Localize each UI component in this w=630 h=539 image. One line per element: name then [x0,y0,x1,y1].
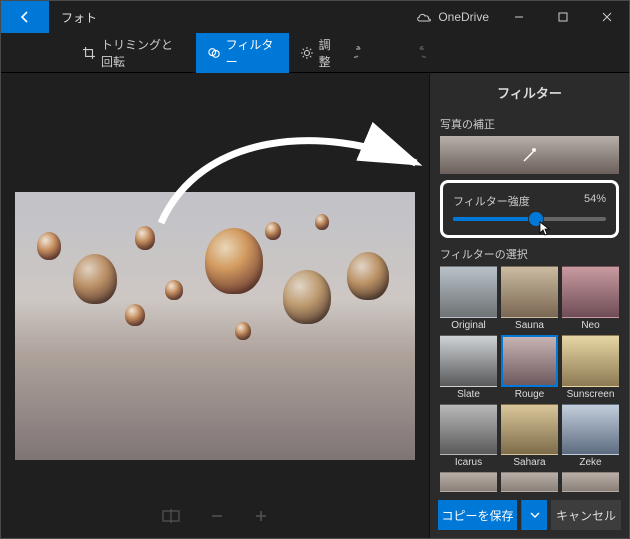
app-title: フォト [61,9,97,26]
image-canvas[interactable] [1,73,429,538]
filter-item-rouge[interactable]: Rouge [501,335,558,400]
filter-thumb [501,266,558,318]
filter-thumb [562,404,619,456]
filter-item-sauna[interactable]: Sauna [501,266,558,331]
filter-name: Original [440,320,497,331]
strength-slider[interactable] [453,217,606,221]
filter-thumb [440,335,497,387]
filter-icon [208,46,220,60]
filter-name: Icarus [440,457,497,468]
filter-name: Zeke [562,457,619,468]
tab-label: 調整 [319,36,339,70]
tab-adjust[interactable]: 調整 [289,33,351,73]
titlebar: フォト OneDrive [1,1,629,33]
undo-redo-group [351,41,429,65]
cancel-button[interactable]: キャンセル [551,500,621,530]
zoom-out-icon[interactable] [210,509,224,528]
filter-thumb [562,266,619,318]
filter-name: Slate [440,389,497,400]
filter-strength-box: フィルター強度 54% [440,180,619,238]
save-dropdown-button[interactable] [521,500,547,530]
filter-thumb [440,472,497,492]
save-copy-button[interactable]: コピーを保存 [438,500,517,530]
filter-item-neo[interactable]: Neo [562,266,619,331]
filter-item-sahara[interactable]: Sahara [501,404,558,469]
panel-title: フィルター [430,73,629,110]
tab-label: フィルター [226,36,277,70]
filter-thumb [440,404,497,456]
filter-thumb [440,266,497,318]
filter-item-icarus[interactable]: Icarus [440,404,497,469]
filter-item-slate[interactable]: Slate [440,335,497,400]
tab-filter[interactable]: フィルター [196,33,289,73]
save-copy-label: コピーを保存 [441,507,513,524]
enhance-label: 写真の補正 [440,116,619,132]
filter-thumb [501,404,558,456]
onedrive-label: OneDrive [438,10,489,24]
redo-button[interactable] [405,41,429,65]
filter-name: Sauna [501,320,558,331]
strength-value: 54% [584,193,606,209]
filter-thumb [562,335,619,387]
cloud-icon [416,12,432,22]
maximize-button[interactable] [541,1,585,33]
tab-crop-rotate[interactable]: トリミングと回転 [71,33,196,73]
filters-section-label: フィルターの選択 [440,246,619,262]
zoom-in-icon[interactable] [254,509,268,528]
filter-name: Sahara [501,457,558,468]
canvas-footer-tools [162,509,268,528]
filter-item-more[interactable] [562,472,619,492]
strength-label: フィルター強度 [453,193,530,209]
mouse-cursor-icon [539,221,551,237]
filter-item-original[interactable]: Original [440,266,497,331]
crop-icon [83,46,95,60]
filter-name: Rouge [501,389,558,400]
enhance-thumbnail[interactable] [440,136,619,174]
filter-item-zeke[interactable]: Zeke [562,404,619,469]
chevron-down-icon [530,512,540,518]
tab-label: トリミングと回転 [101,36,184,70]
filter-name: Neo [562,320,619,331]
slider-fill [453,217,536,221]
filter-thumb [562,472,619,492]
undo-button[interactable] [351,41,375,65]
close-button[interactable] [585,1,629,33]
magic-wand-icon [521,146,539,164]
edited-image [15,192,415,460]
cancel-label: キャンセル [556,507,616,524]
main-area: フィルター 写真の補正 フィルター強度 54% [1,73,629,538]
photos-app-window: フォト OneDrive トリミングと回転 フィルター 調整 [0,0,630,539]
filter-thumb [501,335,558,387]
adjust-icon [301,46,313,60]
filter-item-more[interactable] [501,472,558,492]
filter-item-more[interactable] [440,472,497,492]
filter-panel: フィルター 写真の補正 フィルター強度 54% [429,73,629,538]
onedrive-status[interactable]: OneDrive [416,10,489,24]
filter-name: Sunscreen [562,389,619,400]
filter-thumb [501,472,558,492]
filter-grid: Original Sauna Neo Slate Rouge Sunscreen Icaru… [440,266,619,492]
back-button[interactable] [1,1,49,33]
minimize-button[interactable] [497,1,541,33]
panel-footer: コピーを保存 キャンセル [430,492,629,538]
compare-icon[interactable] [162,509,180,528]
edit-toolbar: トリミングと回転 フィルター 調整 [1,33,629,73]
filter-item-sunscreen[interactable]: Sunscreen [562,335,619,400]
